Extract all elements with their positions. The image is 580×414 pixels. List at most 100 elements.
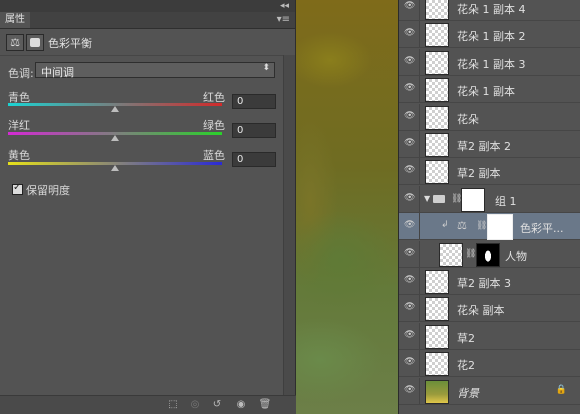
row-divider [419,268,420,294]
reset-icon[interactable]: ↺ [210,398,224,411]
tab-properties[interactable]: 属性 [0,12,30,28]
layer-thumbnail [425,105,449,130]
layer-row[interactable]: 👁 ↲ ⚖ ⛓ 色彩平... [399,213,580,241]
slider-green-label: 绿色 [203,119,225,132]
lock-icon: 🔒 [555,384,567,395]
view-previous-state-icon[interactable]: ◎ [188,398,202,411]
folder-icon [433,194,445,203]
yellow-blue-slider-thumb[interactable] [111,165,119,171]
layer-name: 花朵 1 副本 2 [457,30,526,44]
layer-row[interactable]: 👁 草2 副本 2 [399,131,580,158]
layer-mask-thumbnail[interactable] [476,242,500,267]
tone-select[interactable]: 中间调 ⬍ [35,62,275,79]
expand-group-icon[interactable]: ▼ [424,194,430,203]
layer-name: 花朵 1 副本 [457,85,515,99]
visibility-eye-icon[interactable]: 👁 [404,385,415,395]
visibility-eye-icon[interactable]: 👁 [404,357,415,367]
layer-name: 草2 副本 3 [457,277,511,290]
row-divider [419,48,420,75]
layer-row[interactable]: 👁 花朵 1 副本 3 [399,48,580,76]
clipping-arrow-icon: ↲ [441,220,449,231]
cyan-red-value-field[interactable]: 0 [232,94,276,109]
visibility-eye-icon[interactable]: 👁 [404,330,415,340]
visibility-eye-icon[interactable]: 👁 [404,56,415,66]
layer-thumbnail [425,270,449,294]
select-arrows-icon: ⬍ [262,63,270,73]
layer-row[interactable]: 👁 花2 [399,350,580,378]
properties-scrollbar[interactable] [283,55,295,395]
trash-icon[interactable]: 🗑 [258,398,272,411]
layer-row[interactable]: 👁 花朵 [399,103,580,131]
slider-yellow-label: 黄色 [8,149,30,162]
row-divider [419,103,420,130]
visibility-eye-icon[interactable]: 👁 [404,165,415,175]
row-divider [419,295,420,322]
collapse-panel-icon[interactable]: ◂◂ [280,0,289,12]
yellow-blue-value-field[interactable]: 0 [232,152,276,167]
row-divider [419,0,420,20]
layer-thumbnail [425,0,449,20]
visibility-eye-icon[interactable]: 👁 [404,248,415,258]
layer-row[interactable]: 👁 花朵 1 副本 4 [399,0,580,21]
row-divider [419,131,420,157]
layer-thumbnail [425,324,449,349]
layer-row[interactable]: 👁 草2 副本 [399,158,580,186]
visibility-eye-icon[interactable]: 👁 [404,111,415,121]
layer-row[interactable]: 👁 花朵 1 副本 [399,76,580,104]
panel-menu-icon[interactable]: ▾≡ [277,14,290,25]
visibility-eye-icon[interactable]: 👁 [404,28,415,38]
tone-select-value: 中间调 [41,66,74,79]
panel-tab-row: 属性 ▾≡ [0,12,295,29]
properties-body: 色调: 中间调 ⬍ 青色 红色 0 洋红 绿色 0 黄色 蓝色 0 ✓ 保留明度 [0,55,284,395]
magenta-green-slider-thumb[interactable] [111,135,119,141]
color-balance-icon[interactable]: ⚖ [6,34,24,51]
row-divider [419,21,420,48]
link-icon[interactable]: ⛓ [476,221,487,231]
visibility-eye-icon[interactable]: ◉ [234,398,248,411]
color-balance-icon: ⚖ [457,219,467,233]
layer-thumbnail [425,50,449,75]
layer-name: 花朵 [457,112,479,126]
layer-name: 背景 [457,386,479,400]
layer-row[interactable]: 👁 花朵 1 副本 2 [399,21,580,49]
layer-thumbnail [425,160,449,185]
preserve-luminosity-label: 保留明度 [26,184,70,197]
clip-to-layer-icon[interactable]: ⬚ [166,398,180,411]
row-divider [419,377,420,404]
visibility-eye-icon[interactable]: 👁 [404,220,415,230]
preserve-luminosity-checkbox[interactable]: ✓ [12,182,23,195]
layer-mask-icon[interactable] [26,34,44,51]
row-divider [419,185,420,212]
slider-magenta-label: 洋红 [8,119,30,132]
link-icon[interactable]: ⛓ [465,249,476,259]
layer-row[interactable]: 👁 花朵 副本 [399,295,580,323]
cyan-red-slider-thumb[interactable] [111,106,119,112]
layer-name: 花朵 1 副本 4 [457,3,526,16]
layer-row[interactable]: 👁 草2 副本 3 [399,268,580,295]
row-divider [419,322,420,349]
layer-name: 草2 [457,331,475,345]
visibility-eye-icon[interactable]: 👁 [404,193,415,203]
row-divider [419,158,420,185]
visibility-eye-icon[interactable]: 👁 [404,275,415,285]
visibility-eye-icon[interactable]: 👁 [404,1,415,11]
row-divider [419,213,420,240]
layer-thumbnail [425,352,449,377]
layer-thumbnail [439,242,463,267]
properties-header: ⚖ 色彩平衡 [0,29,295,56]
visibility-eye-icon[interactable]: 👁 [404,302,415,312]
layer-row[interactable]: 👁 🔒 背景 [399,377,580,405]
layer-row[interactable]: 👁 草2 [399,322,580,350]
layer-row[interactable]: 👁 ▼ ⛓ 组 1 [399,185,580,213]
adjustment-mask-thumbnail[interactable] [487,214,513,241]
properties-footer: ⬚ ◎ ↺ ◉ 🗑 [0,395,296,414]
layer-thumbnail [425,78,449,103]
magenta-green-value-field[interactable]: 0 [232,123,276,138]
layer-thumbnail [425,297,449,322]
visibility-eye-icon[interactable]: 👁 [404,83,415,93]
visibility-eye-icon[interactable]: 👁 [404,138,415,148]
layer-thumbnail [425,133,449,157]
row-divider [419,76,420,103]
layer-name: 组 1 [495,194,517,208]
layer-row[interactable]: 👁 ⛓ 人物 [399,240,580,268]
